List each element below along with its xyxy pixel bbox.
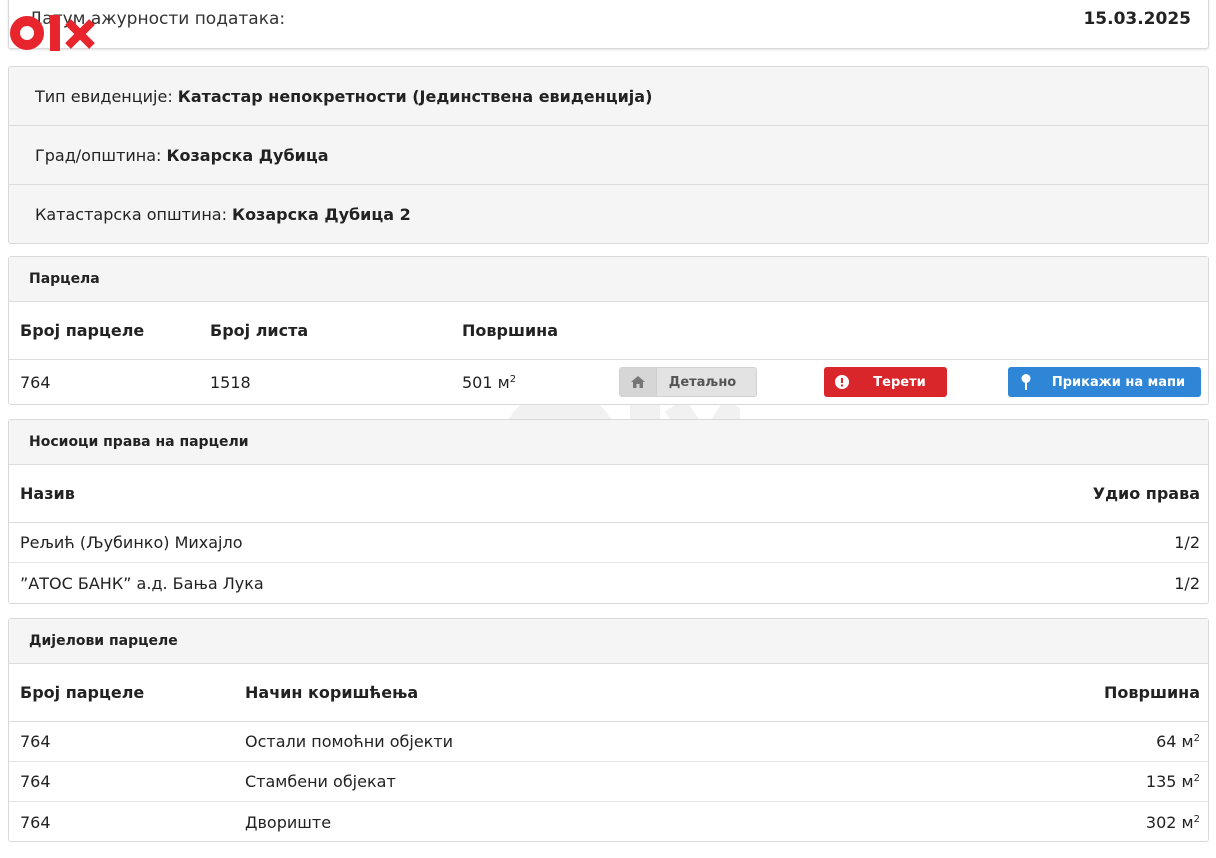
- parcel-panel: Парцела Број парцеле Број листа Површина…: [8, 256, 1209, 405]
- record-type-value: Катастар непокретности (Јединствена евид…: [177, 86, 653, 106]
- area-header: Површина: [462, 321, 559, 340]
- parcel-area-value: 501 м: [462, 372, 510, 392]
- table-row: Рељић (Љубинко) Михајло 1/2: [9, 523, 1208, 563]
- home-icon: [620, 368, 657, 396]
- part-area-header: Површина: [1103, 683, 1200, 702]
- cadastral-municipality-row: Катастарска општина: Козарска Дубица 2: [9, 185, 1208, 244]
- part-area: 64 м2: [1156, 722, 1200, 761]
- parcel-section-title: Парцела: [9, 257, 1208, 302]
- usage-header: Начин коришћења: [245, 683, 419, 702]
- burdens-button[interactable]: Терети: [824, 367, 947, 397]
- table-row: 764 Двориште 302 м2: [9, 802, 1208, 842]
- municipality-row: Град/општина: Козарска Дубица: [9, 126, 1208, 185]
- table-row: 764 Остали помоћни објекти 64 м2: [9, 722, 1208, 762]
- share-header: Удио права: [1092, 484, 1200, 503]
- part-number: 764: [20, 812, 51, 832]
- exclamation-circle-icon: [824, 367, 860, 397]
- part-area-unit-exp: 2: [1193, 733, 1200, 744]
- part-area: 302 м2: [1146, 802, 1200, 842]
- holder-name: Рељић (Љубинко) Михајло: [20, 533, 243, 552]
- parcel-area-unit-exp: 2: [509, 373, 517, 385]
- record-type-label: Тип евиденције:: [35, 86, 173, 106]
- parcel-table-header: Број парцеле Број листа Површина: [9, 302, 1208, 360]
- parcel-parts-panel: Дијелови парцеле Број парцеле Начин кори…: [8, 618, 1209, 842]
- part-area-unit-exp: 2: [1193, 773, 1200, 784]
- parcel-row: 764 1518 501 м2 Детаљно Терети Прикажи н…: [9, 360, 1208, 404]
- holder-share: 1/2: [1174, 533, 1200, 552]
- municipality-value: Козарска Дубица: [166, 145, 329, 165]
- burdens-button-label: Терети: [873, 374, 926, 390]
- part-usage: Двориште: [245, 812, 332, 832]
- cadastre-info-panel: Тип евиденције: Катастар непокретности (…: [8, 66, 1209, 244]
- detail-button-label: Детаљно: [668, 374, 737, 390]
- part-area-value: 302 м: [1145, 812, 1194, 832]
- part-number-header: Број парцеле: [20, 683, 145, 702]
- detail-button[interactable]: Детаљно: [619, 367, 757, 397]
- parcel-area: 501 м2: [462, 360, 516, 404]
- table-row: ”АТОС БАНК” а.д. Бања Лука 1/2: [9, 563, 1208, 603]
- cadastral-municipality-value: Козарска Дубица 2: [231, 205, 411, 224]
- table-row: 764 Стамбени објекат 135 м2: [9, 762, 1208, 802]
- rights-holders-title: Носиоци права на парцели: [9, 420, 1208, 465]
- part-usage: Остали помоћни објекти: [245, 732, 454, 751]
- show-on-map-button[interactable]: Прикажи на мапи: [1008, 367, 1201, 397]
- part-area-value: 135 м: [1145, 772, 1194, 791]
- part-area-value: 64 м: [1156, 732, 1194, 751]
- part-number: 764: [20, 732, 51, 751]
- part-number: 764: [20, 772, 51, 791]
- sheet-number: 1518: [210, 372, 251, 392]
- holder-name: ”АТОС БАНК” а.д. Бања Лука: [20, 573, 264, 593]
- parcel-parts-header: Број парцеле Начин коришћења Површина: [9, 664, 1208, 722]
- olx-logo: [10, 15, 95, 51]
- parcel-number: 764: [20, 372, 51, 392]
- record-type-row: Тип евиденције: Катастар непокретности (…: [9, 67, 1208, 126]
- update-date-panel: Датум ажурности података: 15.03.2025: [8, 0, 1209, 49]
- holder-share: 1/2: [1174, 573, 1200, 593]
- cadastral-municipality-label: Катастарска општина:: [35, 205, 227, 224]
- show-on-map-label: Прикажи на мапи: [1051, 374, 1186, 390]
- part-area-unit-exp: 2: [1193, 813, 1200, 825]
- rights-holders-header: Назив Удио права: [9, 465, 1208, 523]
- part-usage: Стамбени објекат: [245, 772, 396, 791]
- parcel-parts-title: Дијелови парцеле: [9, 619, 1208, 664]
- rights-holders-panel: Носиоци права на парцели Назив Удио прав…: [8, 419, 1209, 604]
- part-area: 135 м2: [1146, 762, 1200, 801]
- parcel-number-header: Број парцеле: [20, 321, 145, 340]
- municipality-label: Град/општина:: [35, 145, 162, 165]
- holder-name-header: Назив: [20, 484, 75, 503]
- sheet-number-header: Број листа: [210, 321, 309, 340]
- map-pin-icon: [1008, 367, 1044, 397]
- update-date-value: 15.03.2025: [1083, 9, 1191, 29]
